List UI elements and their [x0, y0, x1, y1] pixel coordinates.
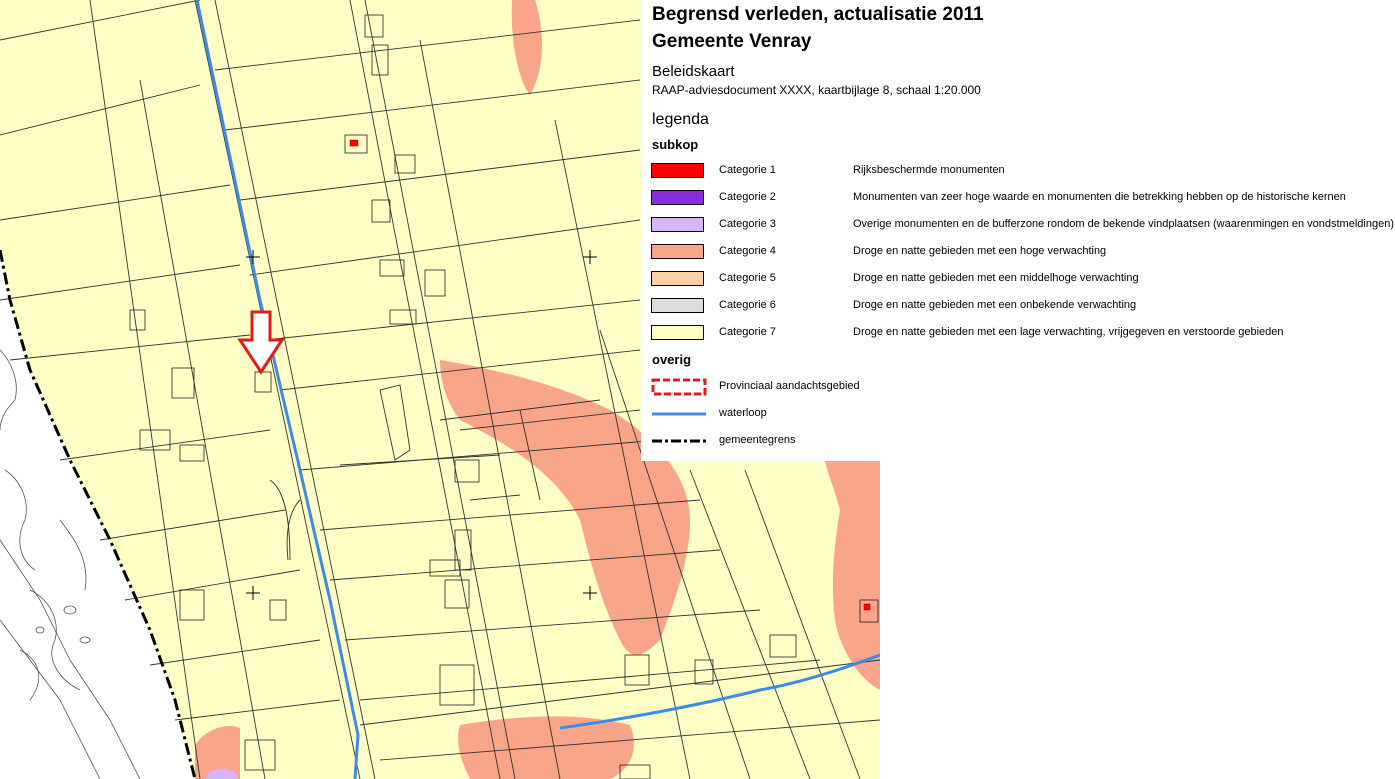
subkop-heading: subkop — [652, 137, 699, 152]
legend-category-2: Categorie 2 Monumenten van zeer hoge waar… — [651, 189, 1395, 207]
dash-dot-line-icon — [652, 439, 706, 443]
legend-category-4: Categorie 4 Droge en natte gebieden met e… — [651, 243, 1395, 261]
map-kind-label: Beleidskaart — [652, 63, 735, 80]
legend-item-gemeentegrens: gemeentegrens — [651, 432, 1395, 450]
category-label: Categorie 1 — [719, 164, 776, 176]
category-swatch — [651, 163, 704, 178]
category-swatch — [651, 298, 704, 313]
category-description: Droge en natte gebieden met een hoge ver… — [853, 245, 1107, 257]
category-swatch — [651, 271, 704, 286]
legend-panel: Begrensd verleden, actualisatie 2011 Gem… — [641, 0, 1395, 461]
legend-category-3: Categorie 3 Overige monumenten en de buff… — [651, 216, 1395, 234]
legend-category-1: Categorie 1 Rijksbeschermde monumenten — [651, 162, 1395, 180]
category-swatch — [651, 217, 704, 232]
legend-item-label: gemeentegrens — [719, 434, 796, 446]
category-swatch — [651, 244, 704, 259]
category-label: Categorie 2 — [719, 191, 776, 203]
legend-item-waterloop: waterloop — [651, 405, 1395, 423]
overig-heading: overig — [652, 352, 692, 367]
category-label: Categorie 7 — [719, 326, 776, 338]
legend-item-provinciaal: Provinciaal aandachtsgebied — [651, 378, 1395, 396]
category-label: Categorie 5 — [719, 272, 776, 284]
legend-item-label: waterloop — [719, 407, 767, 419]
document-reference: RAAP-adviesdocument XXXX, kaartbijlage 8… — [652, 83, 981, 97]
category-description: Overige monumenten en de bufferzone rond… — [853, 218, 1394, 230]
category-label: Categorie 4 — [719, 245, 776, 257]
municipality-name: Gemeente Venray — [652, 31, 812, 52]
category-label: Categorie 3 — [719, 218, 776, 230]
category-description: Rijksbeschermde monumenten — [853, 164, 1005, 176]
map-title: Begrensd verleden, actualisatie 2011 — [652, 4, 984, 25]
category-description: Droge en natte gebieden met een middelho… — [853, 272, 1139, 284]
category-description: Droge en natte gebieden met een lage ver… — [853, 326, 1284, 338]
category-label: Categorie 6 — [719, 299, 776, 311]
dashed-red-box-icon — [651, 378, 707, 396]
category-description: Monumenten van zeer hoge waarde en monum… — [853, 191, 1346, 203]
legend-item-label: Provinciaal aandachtsgebied — [719, 380, 860, 392]
category-description: Droge en natte gebieden met een onbekend… — [853, 299, 1137, 311]
legend-category-6: Categorie 6 Droge en natte gebieden met e… — [651, 297, 1395, 315]
blue-line-icon — [652, 412, 706, 416]
legend-heading: legenda — [652, 111, 709, 128]
legend-category-7: Categorie 7 Droge en natte gebieden met e… — [651, 324, 1395, 342]
legend-category-5: Categorie 5 Droge en natte gebieden met e… — [651, 270, 1395, 288]
category-swatch — [651, 325, 704, 340]
category-swatch — [651, 190, 704, 205]
